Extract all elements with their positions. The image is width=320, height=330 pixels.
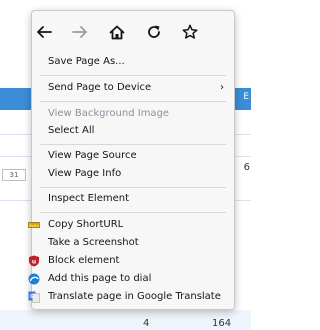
menu-item-label: Inspect Element: [48, 193, 129, 204]
reload-icon: [148, 25, 160, 38]
svg-text:G: G: [30, 294, 34, 300]
back-button[interactable]: [34, 22, 54, 42]
menu-item-label: Save Page As...: [48, 56, 125, 67]
bookmark-button[interactable]: [180, 22, 200, 42]
menu-item-label: Send Page to Device: [48, 82, 152, 93]
speed-dial-icon: [28, 273, 40, 285]
menu-item-copy-shorturl[interactable]: Copy ShortURL: [28, 216, 234, 234]
page-cell-value: 6: [243, 162, 250, 173]
menu-item-view-page-info[interactable]: View Page Info: [32, 165, 234, 183]
menu-item-label: Block element: [48, 255, 120, 266]
menu-item-select-all[interactable]: Select All: [32, 122, 234, 140]
menu-item-label: Copy ShortURL: [48, 219, 124, 230]
menu-item-save-page[interactable]: Save Page As...: [32, 53, 234, 71]
page-badge: 31: [2, 169, 26, 181]
menu-item-add-to-dial[interactable]: Add this page to dial: [28, 270, 234, 288]
menu-item-label: View Background Image: [48, 108, 170, 119]
back-arrow-icon: [37, 26, 52, 38]
menu-separator: [40, 144, 226, 145]
menu-item-label: Take a Screenshot: [48, 237, 139, 248]
menu-item-label: View Page Source: [48, 150, 137, 161]
menu-separator: [40, 101, 226, 102]
ublock-shield-icon: u: [29, 255, 39, 267]
menu-item-view-background-image[interactable]: View Background Image: [32, 105, 234, 123]
menu-item-translate-page[interactable]: G Translate page in Google Translate: [28, 288, 234, 306]
home-icon: [109, 25, 125, 39]
page-cell-value: 164: [212, 318, 232, 329]
menu-item-label: View Page Info: [48, 168, 122, 179]
star-icon: [182, 24, 198, 39]
menu-item-send-page[interactable]: Send Page to Device ›: [32, 79, 234, 97]
menu-item-inspect-element[interactable]: Inspect Element: [32, 190, 234, 208]
menu-separator: [40, 187, 226, 188]
google-translate-icon: G: [28, 291, 40, 303]
svg-text:u: u: [32, 258, 36, 265]
menu-item-take-screenshot[interactable]: Take a Screenshot: [32, 234, 234, 252]
home-button[interactable]: [107, 22, 127, 42]
forward-arrow-icon: [72, 26, 87, 38]
menu-item-label: Select All: [48, 125, 95, 136]
menu-item-label: Add this page to dial: [48, 273, 152, 284]
menu-separator: [40, 212, 226, 213]
menu-item-view-page-source[interactable]: View Page Source: [32, 147, 234, 165]
context-menu: Save Page As... Send Page to Device › Vi…: [28, 10, 235, 310]
ruler-icon: [28, 222, 40, 228]
menu-separator: [40, 75, 226, 76]
page-cell-value: 4: [143, 318, 150, 329]
chevron-right-icon: ›: [220, 82, 224, 93]
menu-item-block-element[interactable]: u Block element: [29, 252, 234, 270]
reload-button[interactable]: [144, 22, 164, 42]
forward-button[interactable]: [70, 22, 90, 42]
menu-item-label: Translate page in Google Translate: [48, 291, 221, 302]
context-menu-navigation: [32, 11, 234, 53]
page-header-cell: E: [243, 92, 249, 102]
